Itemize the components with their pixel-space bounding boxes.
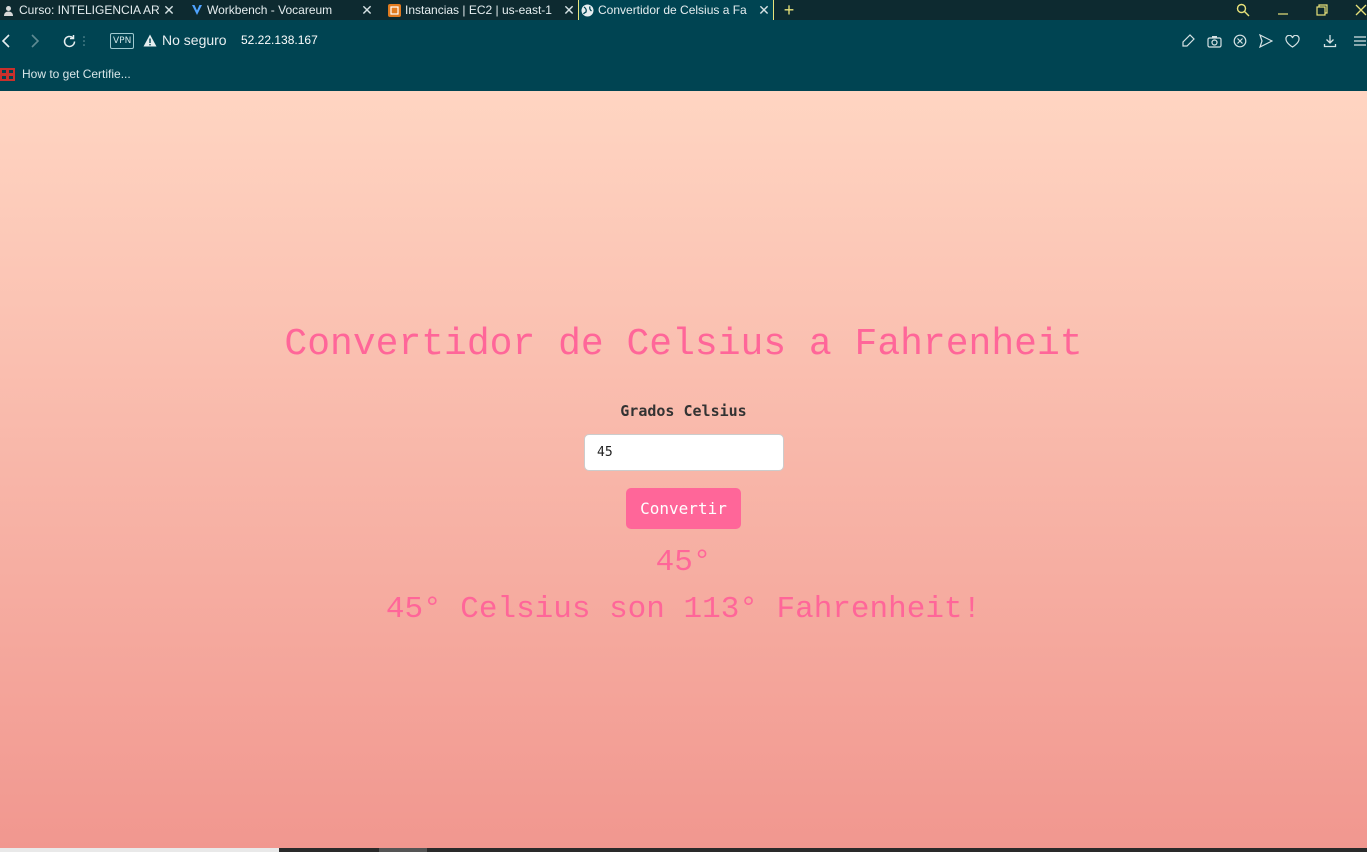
aws-icon — [388, 3, 401, 17]
tab-convertidor[interactable]: Convertidor de Celsius a Fa ✕ — [578, 0, 774, 20]
user-icon — [2, 4, 15, 17]
forward-icon[interactable] — [23, 20, 47, 62]
tab-title: Curso: INTELIGENCIA ARTIFI — [19, 3, 160, 17]
vocareum-icon — [190, 4, 203, 17]
close-icon[interactable]: ✕ — [755, 2, 773, 19]
scrollbar-thumb[interactable] — [379, 848, 427, 852]
minimize-icon[interactable] — [1270, 0, 1296, 20]
celsius-label: Grados Celsius — [620, 402, 747, 420]
tab-title: Workbench - Vocareum — [207, 3, 333, 17]
page-title: Convertidor de Celsius a Fahrenheit — [284, 323, 1083, 366]
globe-icon — [581, 4, 594, 17]
tab-curso[interactable]: Curso: INTELIGENCIA ARTIFI ✕ — [0, 0, 178, 20]
bookmark-item[interactable]: How to get Certifie... — [0, 67, 131, 81]
celsius-output: 45° — [655, 545, 712, 580]
camera-icon[interactable] — [1204, 31, 1224, 51]
tab-title: Instancias | EC2 | us-east-1 — [405, 3, 552, 17]
heart-icon[interactable] — [1282, 31, 1302, 51]
tab-gap — [376, 0, 386, 20]
tab-workbench[interactable]: Workbench - Vocareum ✕ — [188, 0, 376, 20]
close-window-icon[interactable] — [1348, 0, 1367, 20]
scrollbar-segment — [0, 848, 279, 852]
celsius-input[interactable] — [584, 434, 784, 471]
tab-strip: Curso: INTELIGENCIA ARTIFI ✕ Workbench -… — [0, 0, 1367, 20]
tab-gap — [178, 0, 188, 20]
conversion-result: 45° Celsius son 113° Fahrenheit! — [385, 592, 982, 627]
restore-icon[interactable] — [1309, 0, 1335, 20]
search-tabs-icon[interactable] — [1230, 0, 1256, 20]
bookmark-favicon-icon — [0, 67, 15, 81]
security-label: No seguro — [162, 32, 227, 48]
url-field[interactable]: 52.22.138.167 — [241, 33, 318, 47]
download-icon[interactable] — [1320, 31, 1340, 51]
close-icon[interactable]: ✕ — [160, 2, 178, 19]
send-icon[interactable] — [1256, 31, 1276, 51]
reload-icon[interactable] — [57, 20, 81, 62]
bookmarks-bar: How to get Certifie... — [0, 62, 1367, 91]
convert-button[interactable]: Convertir — [626, 488, 741, 529]
address-bar: VPN No seguro 52.22.138.167 — [0, 20, 1367, 62]
security-indicator[interactable]: No seguro — [143, 32, 227, 48]
bottom-scrollbar — [0, 848, 1367, 852]
separator-dots — [80, 20, 88, 62]
tab-ec2[interactable]: Instancias | EC2 | us-east-1 ✕ — [386, 0, 578, 20]
settings-menu-icon[interactable] — [1350, 31, 1367, 51]
close-icon[interactable]: ✕ — [560, 2, 578, 19]
warning-icon — [143, 34, 157, 46]
page-content: Convertidor de Celsius a Fahrenheit Grad… — [0, 91, 1367, 848]
block-icon[interactable] — [1230, 31, 1250, 51]
bookmark-label: How to get Certifie... — [22, 67, 131, 81]
new-tab-icon[interactable]: + — [774, 0, 804, 20]
edit-icon[interactable] — [1178, 31, 1198, 51]
back-icon[interactable] — [0, 20, 18, 62]
tab-title: Convertidor de Celsius a Fa — [598, 3, 747, 17]
vpn-badge[interactable]: VPN — [110, 33, 135, 49]
close-icon[interactable]: ✕ — [358, 2, 376, 19]
